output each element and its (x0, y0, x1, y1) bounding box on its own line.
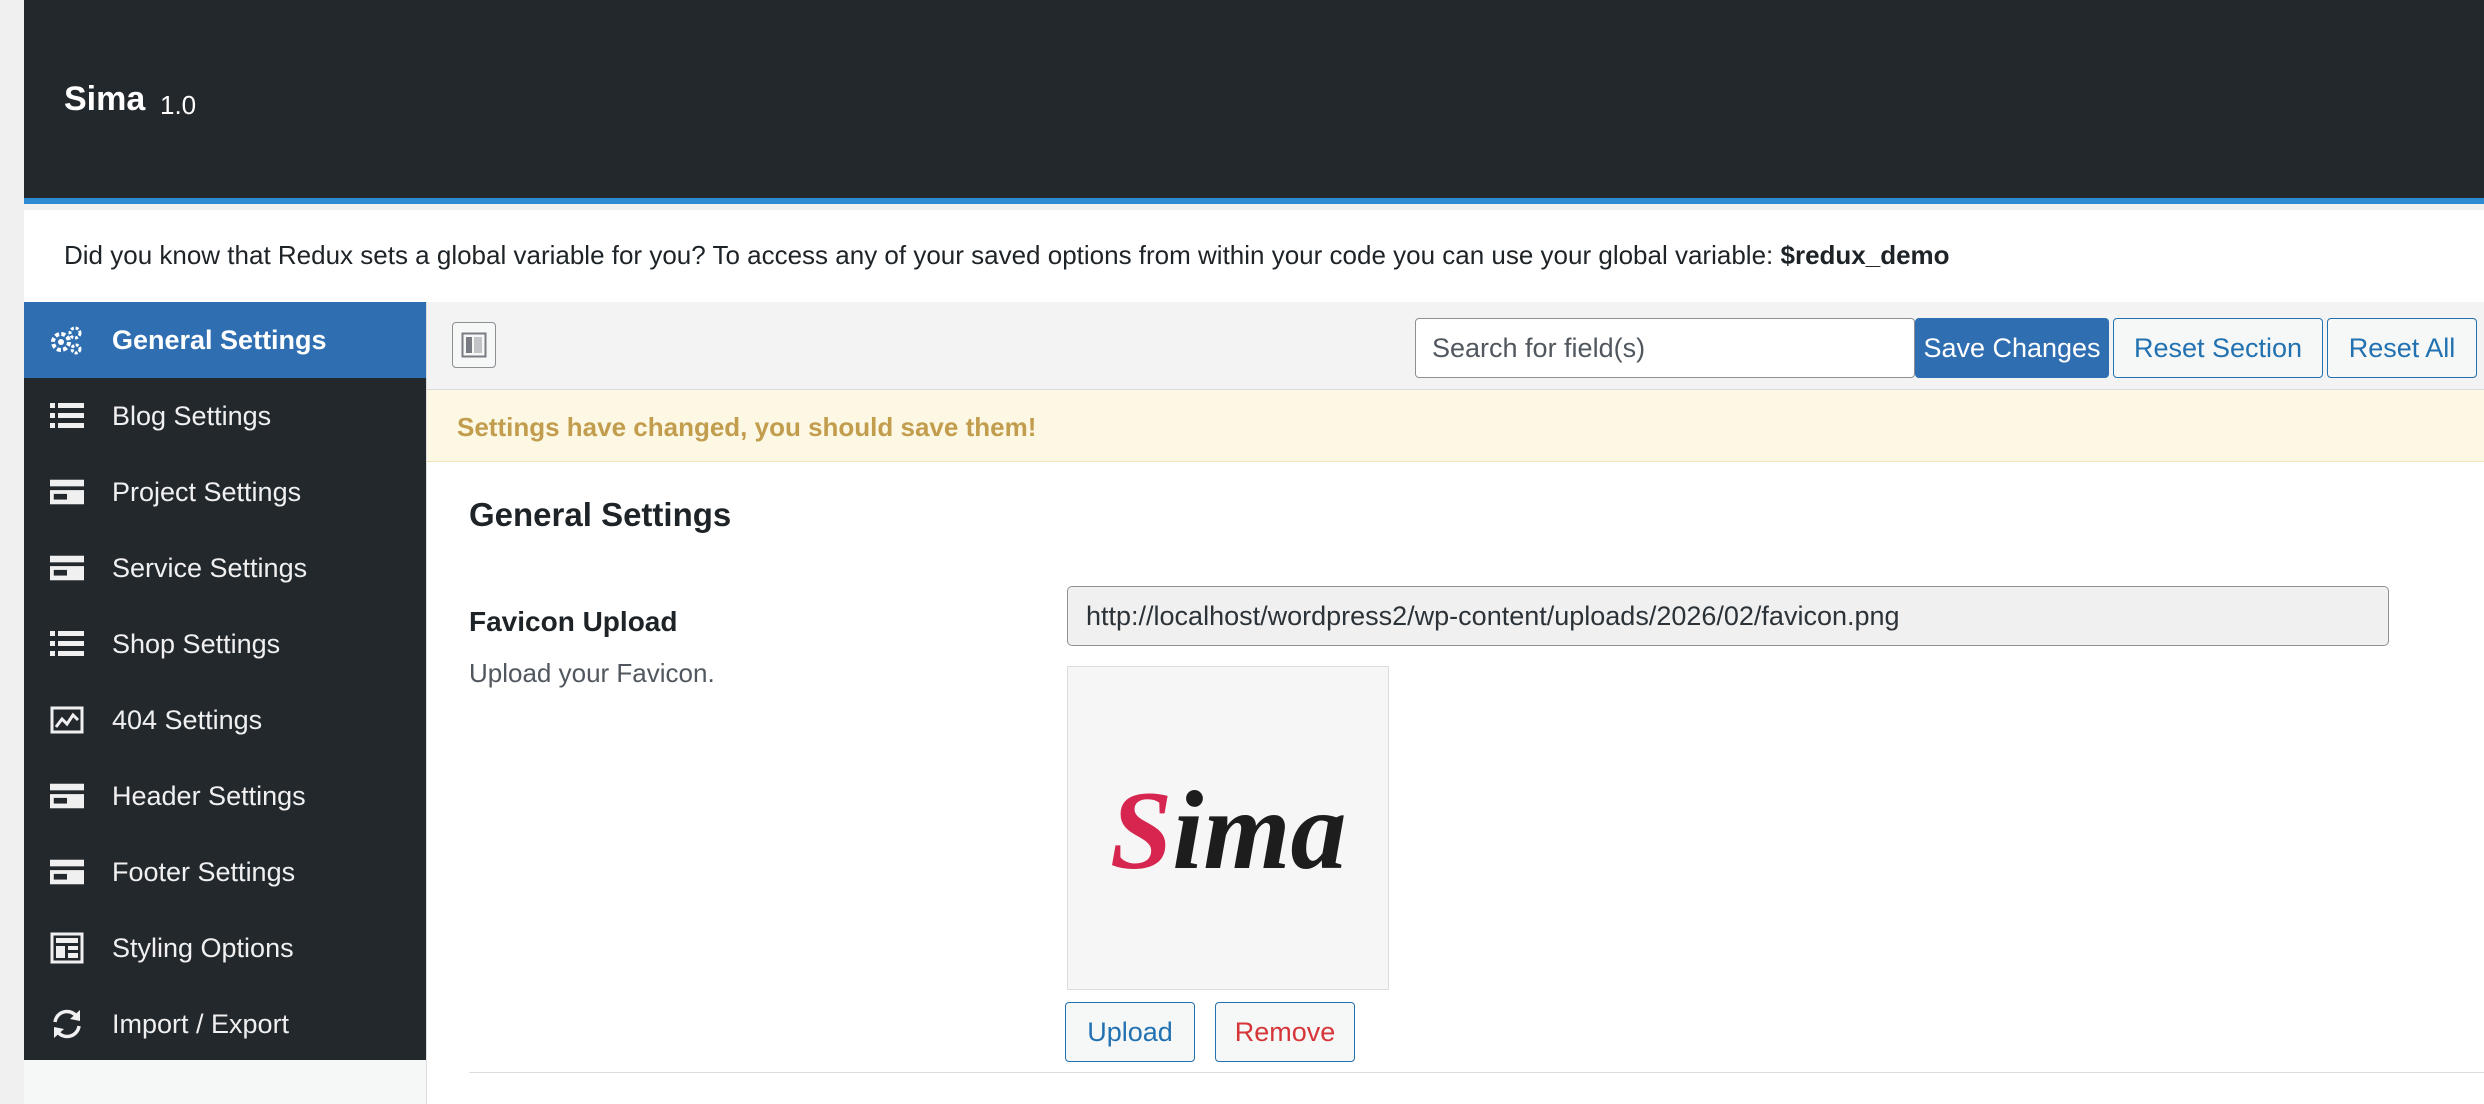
sidebar-item-general-settings[interactable]: General Settings (24, 302, 426, 378)
field-divider (469, 1072, 2484, 1073)
section-title: General Settings (469, 496, 732, 533)
search-input[interactable] (1415, 318, 1915, 378)
main-panel: Save Changes Reset Section Reset All Set… (426, 302, 2484, 1104)
sidebar-item-import-export[interactable]: Import / Export (24, 986, 426, 1062)
settings-changed-notice: Settings have changed, you should save t… (427, 390, 2484, 462)
expand-icon (461, 332, 487, 358)
toolbar: Save Changes Reset Section Reset All (427, 302, 2484, 390)
sidebar-item-project-settings[interactable]: Project Settings (24, 454, 426, 530)
sidebar-item-label: General Settings (112, 325, 327, 355)
reset-section-button[interactable]: Reset Section (2113, 318, 2323, 378)
save-changes-button[interactable]: Save Changes (1915, 318, 2109, 378)
card-icon (50, 856, 84, 888)
sidebar-item-404-settings[interactable]: 404 Settings (24, 682, 426, 758)
layout-icon (50, 932, 84, 964)
card-icon (50, 780, 84, 812)
sidebar-item-shop-settings[interactable]: Shop Settings (24, 606, 426, 682)
sidebar-item-label: Project Settings (112, 477, 302, 507)
options-header: Sima 1.0 (24, 0, 2484, 204)
global-variable-notice: Did you know that Redux sets a global va… (24, 210, 2484, 302)
chart-icon (50, 704, 84, 736)
notice-variable: $redux_demo (1780, 240, 1950, 270)
sidebar-item-label: Header Settings (112, 781, 306, 811)
remove-button[interactable]: Remove (1215, 1002, 1355, 1062)
logo-letters-ima: ima (1172, 769, 1346, 893)
card-icon (50, 552, 84, 584)
field-title: Favicon Upload (469, 606, 678, 637)
sidebar-item-label: 404 Settings (112, 705, 263, 735)
sidebar-item-label: Footer Settings (112, 857, 296, 887)
expand-options-button[interactable] (452, 322, 496, 368)
refresh-icon (50, 1008, 84, 1040)
sima-logo-image: Sima (1110, 769, 1347, 893)
sidebar-item-label: Import / Export (112, 1009, 290, 1039)
sidebar-footer (24, 1060, 426, 1104)
sidebar-item-label: Service Settings (112, 553, 308, 583)
sidebar-item-styling-options[interactable]: Styling Options (24, 910, 426, 986)
page: Sima 1.0 Did you know that Redux sets a … (0, 0, 2484, 1104)
reset-all-button[interactable]: Reset All (2327, 318, 2477, 378)
list-icon (50, 628, 84, 660)
favicon-url-field[interactable] (1067, 586, 2389, 646)
logo-letter-s: S (1110, 769, 1172, 893)
sidebar-item-label: Styling Options (112, 933, 294, 963)
admin-left-strip (0, 0, 24, 1104)
list-icon (50, 400, 84, 432)
svg-text:Sima: Sima (1110, 769, 1347, 893)
sidebar-item-label: Blog Settings (112, 401, 272, 431)
notice-text: Did you know that Redux sets a global va… (64, 240, 1781, 270)
sidebar: General Settings Blog Settings Project S… (24, 302, 426, 1060)
sidebar-item-service-settings[interactable]: Service Settings (24, 530, 426, 606)
sidebar-item-footer-settings[interactable]: Footer Settings (24, 834, 426, 910)
upload-button[interactable]: Upload (1065, 1002, 1195, 1062)
app-version: 1.0 (160, 90, 197, 120)
sidebar-item-header-settings[interactable]: Header Settings (24, 758, 426, 834)
card-icon (50, 476, 84, 508)
field-description: Upload your Favicon. (469, 658, 715, 688)
sidebar-item-label: Shop Settings (112, 629, 281, 659)
favicon-preview: Sima (1067, 666, 1389, 990)
sidebar-item-blog-settings[interactable]: Blog Settings (24, 378, 426, 454)
app-name: Sima (64, 80, 146, 118)
gears-icon (50, 324, 84, 356)
